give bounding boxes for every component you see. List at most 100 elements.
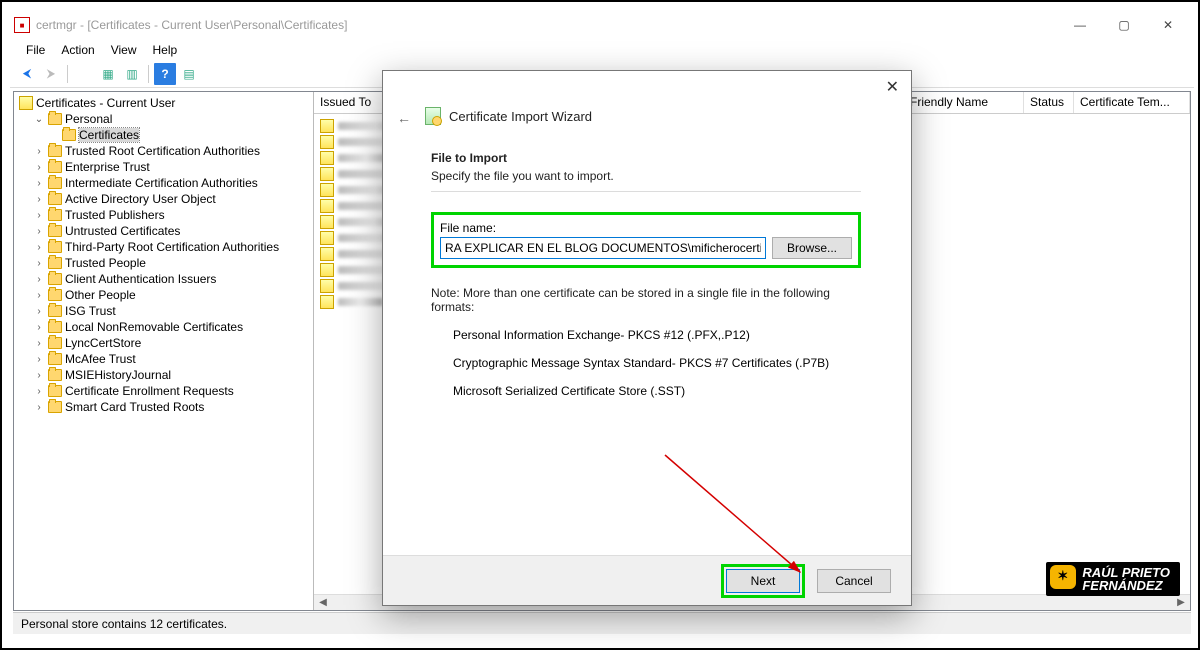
tree-root[interactable]: Certificates - Current User: [17, 95, 310, 111]
expand-icon[interactable]: ›: [33, 338, 45, 349]
tree-node[interactable]: › Intermediate Certification Authorities: [31, 175, 310, 191]
window-title: certmgr - [Certificates - Current User\P…: [36, 18, 347, 32]
col-status[interactable]: Status: [1024, 92, 1074, 113]
folder-icon: [48, 257, 62, 269]
forward-icon[interactable]: ⮞: [40, 63, 62, 85]
tree-node[interactable]: ›MSIEHistoryJournal: [31, 367, 310, 383]
file-name-label: File name:: [440, 221, 852, 235]
expand-icon[interactable]: ›: [33, 258, 45, 269]
folder-icon: [48, 353, 62, 365]
tree-node-certificates[interactable]: Certificates: [45, 127, 310, 143]
tree-node[interactable]: ›Trusted Root Certification Authorities: [31, 143, 310, 159]
expand-icon[interactable]: ›: [33, 226, 45, 237]
expand-icon[interactable]: ›: [33, 178, 45, 189]
expand-icon[interactable]: ›: [33, 386, 45, 397]
author-watermark: RAÚL PRIETO FERNÁNDEZ: [1046, 562, 1180, 596]
file-highlight-box: File name: Browse...: [431, 212, 861, 268]
folder-icon: [48, 177, 62, 189]
close-button[interactable]: ✕: [1146, 10, 1190, 40]
expand-icon[interactable]: ›: [33, 370, 45, 381]
wizard-title: Certificate Import Wizard: [449, 109, 592, 124]
folder-icon: [48, 145, 62, 157]
wizard-note: Note: More than one certificate can be s…: [431, 286, 861, 314]
expand-icon[interactable]: ›: [33, 162, 45, 173]
tree-node[interactable]: › ISG Trust: [31, 303, 310, 319]
tree-pane[interactable]: Certificates - Current User ⌄ Personal C…: [14, 92, 314, 610]
expand-icon[interactable]: ›: [33, 274, 45, 285]
watermark-line2: FERNÁNDEZ: [1082, 579, 1170, 592]
tree-label: Personal: [65, 112, 112, 126]
expand-icon[interactable]: ›: [33, 322, 45, 333]
folder-icon: [48, 241, 62, 253]
certmgr-app-icon: [14, 17, 30, 33]
tree-node[interactable]: › Smart Card Trusted Roots: [31, 399, 310, 415]
tree-label: Smart Card Trusted Roots: [65, 400, 204, 414]
expand-icon[interactable]: ›: [33, 402, 45, 413]
menu-help[interactable]: Help: [147, 41, 184, 59]
col-friendly-name[interactable]: Friendly Name: [904, 92, 1024, 113]
tree-node[interactable]: › Other People: [31, 287, 310, 303]
tree-node[interactable]: › Trusted People: [31, 255, 310, 271]
folder-icon: [62, 129, 76, 141]
wizard-close-icon[interactable]: ✕: [886, 77, 899, 97]
expand-icon[interactable]: ›: [33, 146, 45, 157]
cert-import-wizard: ✕ ← Certificate Import Wizard File to Im…: [382, 70, 912, 606]
folder-icon: [48, 385, 62, 397]
scroll-left-icon[interactable]: ◀: [316, 596, 330, 610]
tree-node[interactable]: › Trusted Publishers: [31, 207, 310, 223]
expand-icon[interactable]: ⌄: [33, 114, 45, 125]
tree-node[interactable]: ›Client Authentication Issuers: [31, 271, 310, 287]
tree-label: Enterprise Trust: [65, 160, 150, 174]
format-sst: Microsoft Serialized Certificate Store (…: [453, 384, 861, 398]
titlebar: certmgr - [Certificates - Current User\P…: [10, 10, 1194, 40]
next-button[interactable]: Next: [726, 569, 800, 593]
tree-node[interactable]: › Enterprise Trust: [31, 159, 310, 175]
scroll-right-icon[interactable]: ▶: [1174, 596, 1188, 610]
menu-file[interactable]: File: [20, 41, 51, 59]
tree-label: Certificates: [79, 128, 139, 142]
tree-node[interactable]: ›Local NonRemovable Certificates: [31, 319, 310, 335]
tree-label: ISG Trust: [65, 304, 116, 318]
tree-label: Other People: [65, 288, 136, 302]
tree-node[interactable]: › Active Directory User Object: [31, 191, 310, 207]
expand-icon[interactable]: ›: [33, 306, 45, 317]
redacted-text: [338, 298, 383, 306]
up-folder-icon[interactable]: [73, 63, 95, 85]
minimize-button[interactable]: —: [1058, 10, 1102, 40]
tree-label: Trusted People: [65, 256, 146, 270]
cert-icon: [320, 167, 334, 181]
expand-icon[interactable]: ›: [33, 194, 45, 205]
tree-label: Active Directory User Object: [65, 192, 216, 206]
cert-icon: [320, 183, 334, 197]
cancel-button[interactable]: Cancel: [817, 569, 891, 593]
folder-icon: [48, 193, 62, 205]
expand-icon[interactable]: ›: [33, 210, 45, 221]
tree-node-personal[interactable]: ⌄ Personal: [31, 111, 310, 127]
export-icon[interactable]: ▥: [121, 63, 143, 85]
wizard-button-bar: Next Cancel: [383, 555, 911, 605]
expand-icon[interactable]: ›: [33, 290, 45, 301]
tree-node[interactable]: ›Third-Party Root Certification Authorit…: [31, 239, 310, 255]
wizard-back-icon[interactable]: ←: [397, 110, 411, 126]
tree-node[interactable]: ›Certificate Enrollment Requests: [31, 383, 310, 399]
menu-view[interactable]: View: [105, 41, 143, 59]
menu-action[interactable]: Action: [55, 41, 100, 59]
cert-icon: [320, 263, 334, 277]
folder-icon: [48, 289, 62, 301]
expand-icon[interactable]: ›: [33, 354, 45, 365]
browse-button[interactable]: Browse...: [772, 237, 852, 259]
tree-label: Intermediate Certification Authorities: [65, 176, 258, 190]
maximize-button[interactable]: ▢: [1102, 10, 1146, 40]
cert-icon: [320, 279, 334, 293]
file-name-input[interactable]: [440, 237, 766, 259]
properties-icon[interactable]: ▦: [97, 63, 119, 85]
tree-node[interactable]: ›McAfee Trust: [31, 351, 310, 367]
tiles-icon[interactable]: ▤: [178, 63, 200, 85]
help-icon[interactable]: ?: [154, 63, 176, 85]
tree-node[interactable]: ›LyncCertStore: [31, 335, 310, 351]
back-icon[interactable]: ⮜: [16, 63, 38, 85]
tree-label: Trusted Publishers: [65, 208, 165, 222]
col-cert-template[interactable]: Certificate Tem...: [1074, 92, 1190, 113]
tree-node[interactable]: ›Untrusted Certificates: [31, 223, 310, 239]
expand-icon[interactable]: ›: [33, 242, 45, 253]
